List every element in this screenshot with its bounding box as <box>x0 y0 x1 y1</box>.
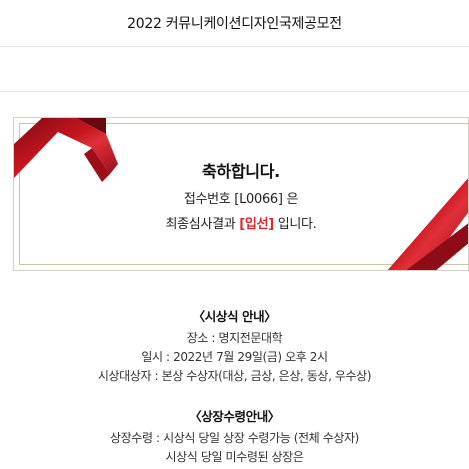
award-receipt-section: 〈상장수령안내〉 상장수령 : 시상식 당일 상장 수령가능 (전체 수상자) … <box>0 406 469 467</box>
result-badge: [입선] <box>239 217 274 232</box>
result-suffix: 입니다. <box>273 217 317 232</box>
congrats-text: 축하합니다. <box>202 162 280 181</box>
page-title: 2022 커뮤니케이션디자인국제공모전 <box>127 16 342 32</box>
page-header: 2022 커뮤니케이션디자인국제공모전 <box>0 0 469 47</box>
ceremony-place: 장소 : 명지전문대학 <box>186 331 283 345</box>
sub-bar <box>0 47 469 92</box>
ceremony-recipients: 시상대상자 : 본상 수상자(대상, 금상, 은상, 동상, 우수상) <box>97 369 372 383</box>
award-receipt-note: 시상식 당일 미수령된 상장은 <box>165 450 304 464</box>
result-card: 축하합니다. 접수번호 [L0066] 은 최종심사결과 [입선] 입니다. <box>13 117 469 271</box>
award-receipt-method: 상장수령 : 시상식 당일 상장 수령가능 (전체 수상자) <box>110 431 359 445</box>
ceremony-date: 일시 : 2022년 7월 29일(금) 오후 2시 <box>141 350 328 364</box>
ceremony-heading: 〈시상식 안내〉 <box>192 309 277 324</box>
result-message: 축하합니다. 접수번호 [L0066] 은 최종심사결과 [입선] 입니다. <box>14 158 468 232</box>
result-prefix: 최종심사결과 <box>165 217 240 232</box>
result-line: 최종심사결과 [입선] 입니다. <box>14 213 468 232</box>
receipt-number-line: 접수번호 [L0066] 은 <box>183 192 299 207</box>
award-receipt-heading: 〈상장수령안내〉 <box>189 409 280 424</box>
ceremony-section: 〈시상식 안내〉 장소 : 명지전문대학 일시 : 2022년 7월 29일(금… <box>0 306 469 386</box>
